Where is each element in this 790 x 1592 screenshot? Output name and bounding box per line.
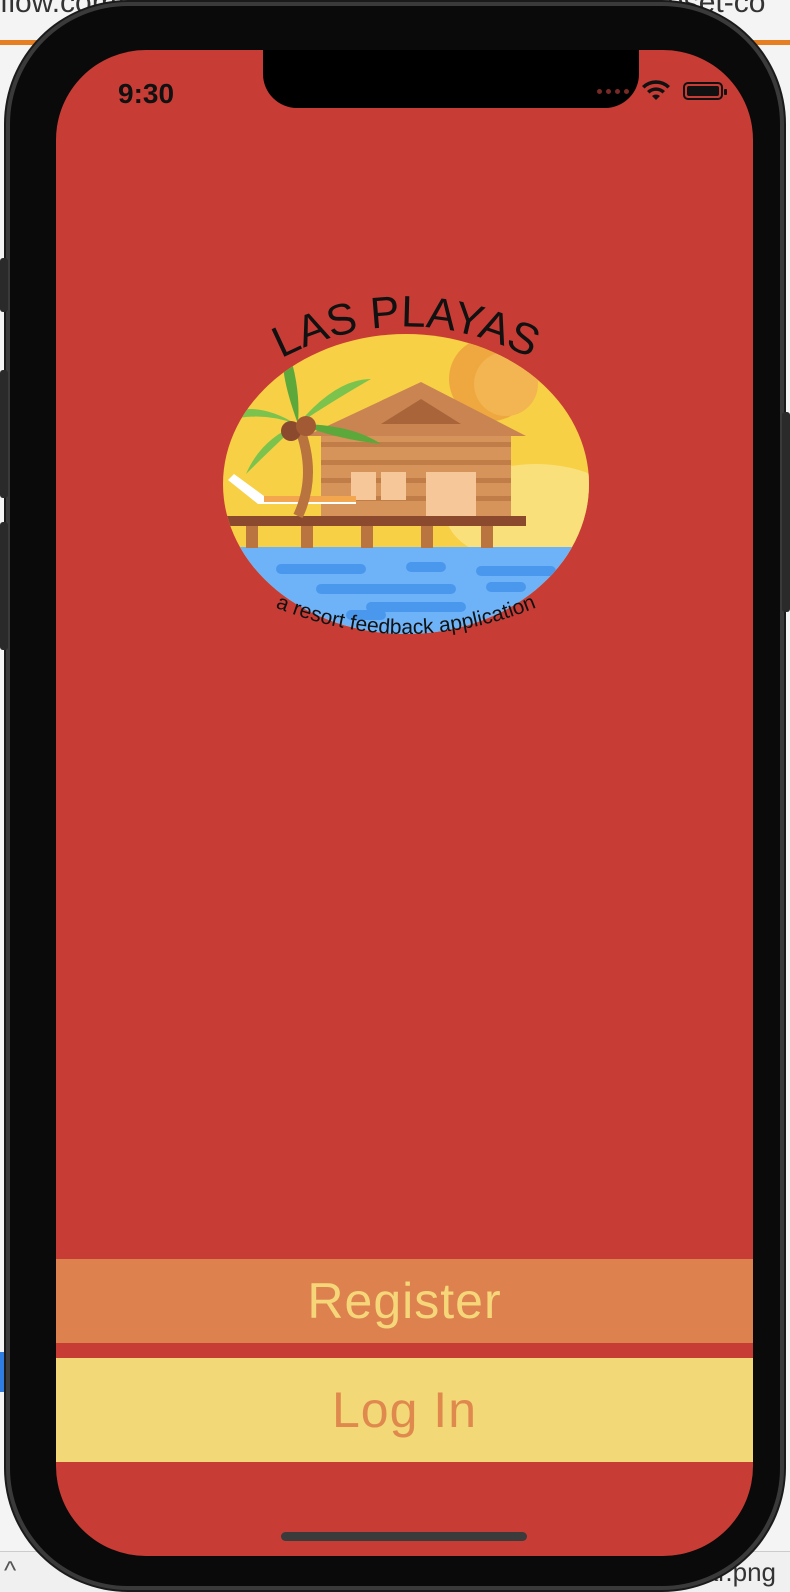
chevron-up-icon[interactable]: ^ (4, 1555, 16, 1586)
status-time: 9:30 (118, 78, 175, 109)
home-indicator[interactable] (281, 1532, 527, 1541)
battery-icon (683, 82, 727, 100)
logo-scene (223, 334, 589, 634)
register-button[interactable]: Register (56, 1259, 753, 1343)
app-screen: 9:30 LAS PLAYAS a resort feedback applic… (56, 50, 753, 1556)
volume-up-button (0, 370, 8, 498)
status-icons (597, 80, 727, 102)
signal-icon (597, 88, 629, 94)
wifi-icon (642, 80, 670, 100)
login-button[interactable]: Log In (56, 1358, 753, 1462)
power-button (782, 412, 790, 612)
notch (263, 50, 639, 108)
volume-down-button (0, 522, 8, 650)
mute-switch (0, 258, 8, 312)
phone-frame: 9:30 LAS PLAYAS a resort feedback applic… (0, 6, 790, 1586)
las-playas-logo: LAS PLAYAS a resort feedback application (223, 287, 589, 639)
